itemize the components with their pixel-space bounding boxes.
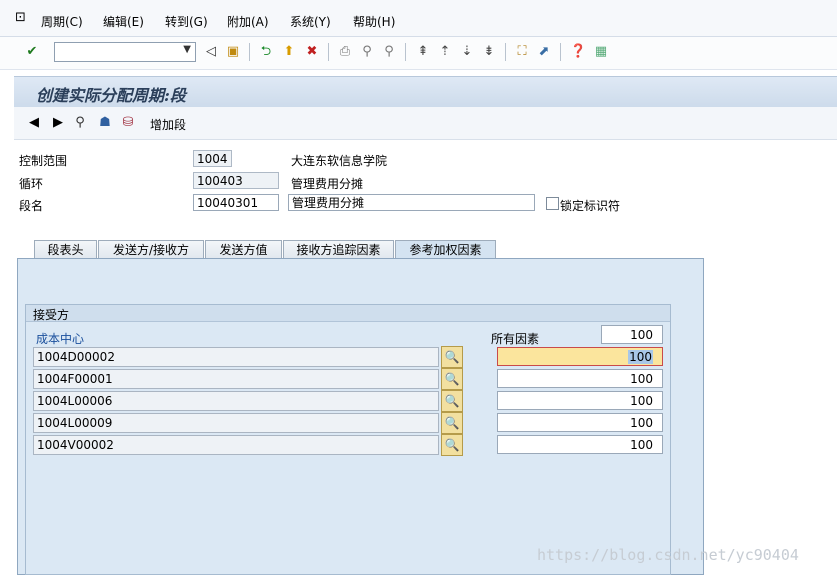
tab-label: 接收方追踪因素 — [296, 243, 381, 257]
menu-goto[interactable]: 转到(G) — [165, 13, 208, 30]
tab-sender-values[interactable]: 发送方值 — [205, 240, 282, 259]
cycle-field[interactable]: 100403 — [193, 172, 279, 189]
new-session-icon[interactable]: ⛶ — [514, 44, 530, 60]
tab-label: 参考加权因素 — [409, 243, 482, 257]
all-factors-field[interactable]: 100 — [601, 325, 663, 344]
lock-checkbox[interactable] — [546, 197, 559, 210]
help-icon[interactable]: ❓ — [570, 44, 586, 60]
menu-help[interactable]: 帮助(H) — [353, 13, 395, 30]
all-factors-label: 所有因素 — [491, 332, 540, 346]
menu-bar: ⊡ 周期(C) 编辑(E) 转到(G) 附加(A) 系统(Y) 帮助(H) — [0, 0, 837, 37]
segment-field[interactable]: 10040301 — [193, 194, 279, 211]
screen-title-bar: 创建实际分配周期:段 — [14, 76, 837, 107]
tab-receiver-weighting-factors[interactable]: 参考加权因素 — [395, 240, 496, 259]
menu-edit[interactable]: 编辑(E) — [103, 13, 144, 30]
last-page-icon[interactable]: ⇟ — [481, 44, 497, 60]
cancel-icon[interactable]: ✖ — [304, 44, 320, 60]
segment-desc-field[interactable]: 管理费用分摊 — [288, 194, 535, 211]
next-page-icon[interactable]: ⇣ — [459, 44, 475, 60]
segment-label: 段名 — [19, 199, 44, 213]
binoculars-icon[interactable]: ⚲ — [72, 115, 88, 131]
menu-cycle[interactable]: 周期(C) — [41, 13, 83, 30]
save-icon[interactable]: ▣ — [225, 44, 241, 60]
cost-center-field[interactable]: 1004L00009 — [33, 413, 439, 433]
customize-layout-icon[interactable]: ▦ — [593, 44, 609, 60]
weighting-factor-field[interactable]: 100 — [497, 413, 663, 432]
exit-icon[interactable]: ⬆ — [281, 44, 297, 60]
previous-arrow-icon[interactable]: ◀ — [26, 115, 42, 131]
weighting-factor-field[interactable]: 100 — [497, 391, 663, 410]
cost-center-field[interactable]: 1004F00001 — [33, 369, 439, 389]
first-page-icon[interactable]: ⇞ — [415, 44, 431, 60]
shortcut-icon[interactable]: ⬈ — [536, 44, 552, 60]
tab-sender-receiver[interactable]: 发送方/接收方 — [98, 240, 204, 259]
add-segment-button[interactable]: 增加段 — [150, 116, 186, 133]
tab-label: 段表头 — [47, 243, 84, 257]
watermark: https://blog.csdn.net/yc90404 — [537, 546, 799, 564]
tab-label: 发送方值 — [219, 243, 268, 257]
find-icon[interactable]: ⚲ — [359, 44, 375, 60]
toolbar-separator — [328, 43, 329, 61]
weighting-factor-value: 100 — [628, 350, 653, 364]
weighting-factor-field[interactable]: 100 — [497, 369, 663, 388]
menu-icon[interactable]: ⊡ — [15, 10, 26, 25]
print-icon[interactable]: ⎙ — [337, 44, 353, 60]
menu-system[interactable]: 系统(Y) — [290, 13, 331, 30]
previous-page-icon[interactable]: ⇡ — [437, 44, 453, 60]
receiver-group-header: 接受方 — [26, 305, 670, 322]
cycle-desc: 管理费用分摊 — [291, 177, 364, 191]
search-icon[interactable]: 🔍 — [441, 412, 463, 434]
person-icon[interactable]: ☗ — [97, 115, 113, 131]
menu-extras[interactable]: 附加(A) — [227, 13, 269, 30]
controlling-area-label: 控制范围 — [19, 154, 68, 168]
toolbar-separator — [505, 43, 506, 61]
cost-center-field[interactable]: 1004V00002 — [33, 435, 439, 455]
search-icon[interactable]: 🔍 — [441, 390, 463, 412]
back-icon[interactable]: ⮌ — [258, 44, 274, 60]
controlling-area-desc: 大连东软信息学院 — [291, 154, 388, 168]
chevron-down-icon[interactable]: ▼ — [183, 44, 191, 55]
toolbar-separator — [560, 43, 561, 61]
controlling-area-field[interactable]: 1004 — [193, 150, 232, 167]
search-icon[interactable]: 🔍 — [441, 346, 463, 368]
back-triangle-icon[interactable]: ◁ — [203, 44, 219, 60]
weighting-factor-field[interactable]: 100 — [497, 347, 663, 366]
delete-segment-icon[interactable]: ⛁ — [120, 115, 136, 131]
toolbar-separator — [405, 43, 406, 61]
tab-receiver-tracing-factor[interactable]: 接收方追踪因素 — [283, 240, 394, 259]
standard-toolbar: ✔ ▼ ◁ ▣ ⮌ ⬆ ✖ ⎙ ⚲ ⚲ ⇞ ⇡ ⇣ ⇟ ⛶ ⬈ ❓ ▦ — [0, 37, 837, 70]
cost-center-field[interactable]: 1004L00006 — [33, 391, 439, 411]
search-icon[interactable]: 🔍 — [441, 368, 463, 390]
application-toolbar: ◀ ▶ ⚲ ☗ ⛁ 增加段 — [14, 107, 837, 140]
command-field[interactable]: ▼ — [54, 42, 196, 62]
enter-check-icon[interactable]: ✔ — [24, 44, 40, 60]
tab-label: 发送方/接收方 — [112, 243, 190, 257]
next-arrow-icon[interactable]: ▶ — [50, 115, 66, 131]
weighting-factor-field[interactable]: 100 — [497, 435, 663, 454]
find-next-icon[interactable]: ⚲ — [381, 44, 397, 60]
search-icon[interactable]: 🔍 — [441, 434, 463, 456]
receiver-group-title: 接受方 — [33, 308, 70, 322]
tab-segment-header[interactable]: 段表头 — [34, 240, 97, 259]
cost-center-column-header: 成本中心 — [36, 332, 85, 346]
toolbar-separator — [249, 43, 250, 61]
lock-label: 锁定标识符 — [560, 199, 621, 213]
cycle-label: 循环 — [19, 177, 44, 191]
cost-center-field[interactable]: 1004D00002 — [33, 347, 439, 367]
page-title: 创建实际分配周期:段 — [36, 86, 186, 105]
